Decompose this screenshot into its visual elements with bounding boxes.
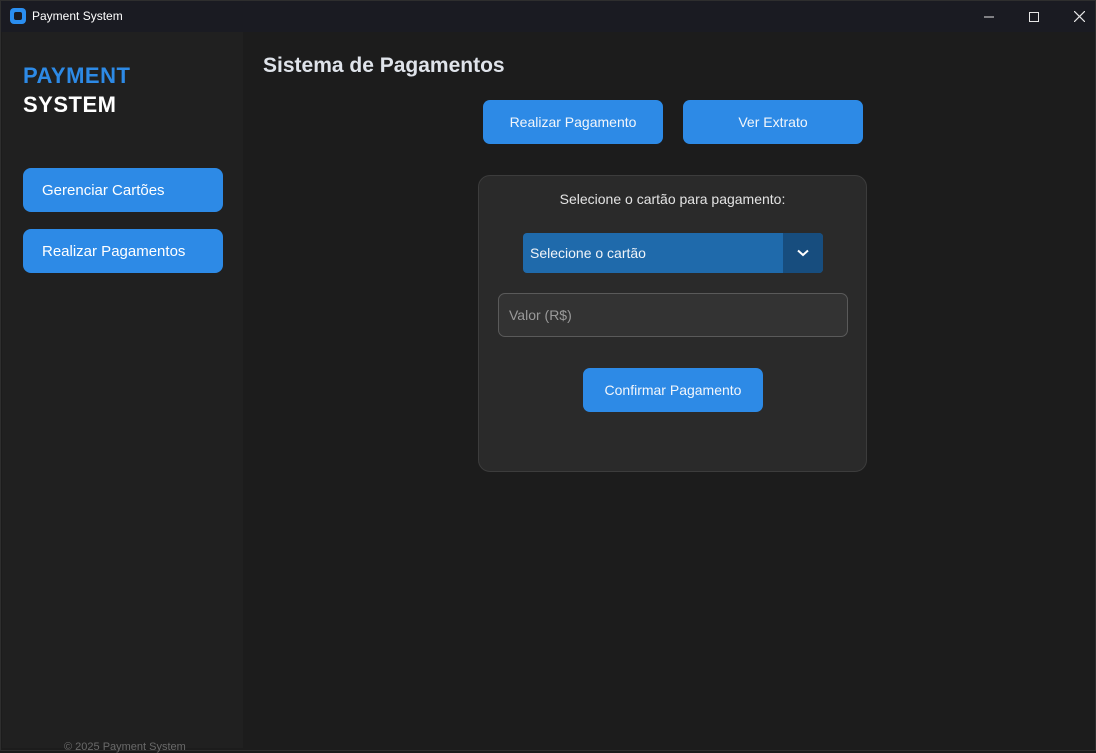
maximize-icon	[1029, 11, 1039, 22]
card-select-dropdown[interactable]: Selecione o cartão	[523, 233, 823, 273]
chevron-down-icon	[797, 249, 809, 257]
close-button[interactable]	[1056, 1, 1096, 32]
title-bar[interactable]: Payment System	[1, 1, 1095, 32]
dropdown-arrow-button[interactable]	[783, 233, 823, 273]
main-content: Sistema de Pagamentos Realizar Pagamento…	[243, 32, 1095, 748]
app-icon	[10, 8, 26, 24]
sidebar-item-manage-cards[interactable]: Gerenciar Cartões	[23, 168, 223, 212]
window-title: Payment System	[32, 9, 123, 23]
confirm-payment-button[interactable]: Confirmar Pagamento	[583, 368, 763, 412]
card-select-label: Selecione o cartão para pagamento:	[559, 191, 786, 207]
minimize-icon	[984, 16, 994, 17]
maximize-button[interactable]	[1011, 1, 1057, 32]
payment-form-card: Selecione o cartão para pagamento: Selec…	[478, 175, 867, 472]
sidebar-item-make-payments[interactable]: Realizar Pagamentos	[23, 229, 223, 273]
amount-input[interactable]	[498, 293, 848, 337]
logo-primary: PAYMENT	[23, 63, 131, 88]
tab-make-payment[interactable]: Realizar Pagamento	[483, 100, 663, 144]
close-icon	[1073, 11, 1085, 22]
app-window: Payment System PAYMENT SYSTEM Gerenciar …	[0, 0, 1096, 753]
sidebar-footer: © 2025 Payment System	[64, 741, 186, 753]
tab-view-statement[interactable]: Ver Extrato	[683, 100, 863, 144]
minimize-button[interactable]	[966, 1, 1012, 32]
page-title: Sistema de Pagamentos	[263, 54, 505, 77]
card-select-value: Selecione o cartão	[530, 245, 646, 261]
logo-secondary: SYSTEM	[23, 92, 117, 117]
sidebar: PAYMENT SYSTEM Gerenciar Cartões Realiza…	[2, 32, 243, 753]
